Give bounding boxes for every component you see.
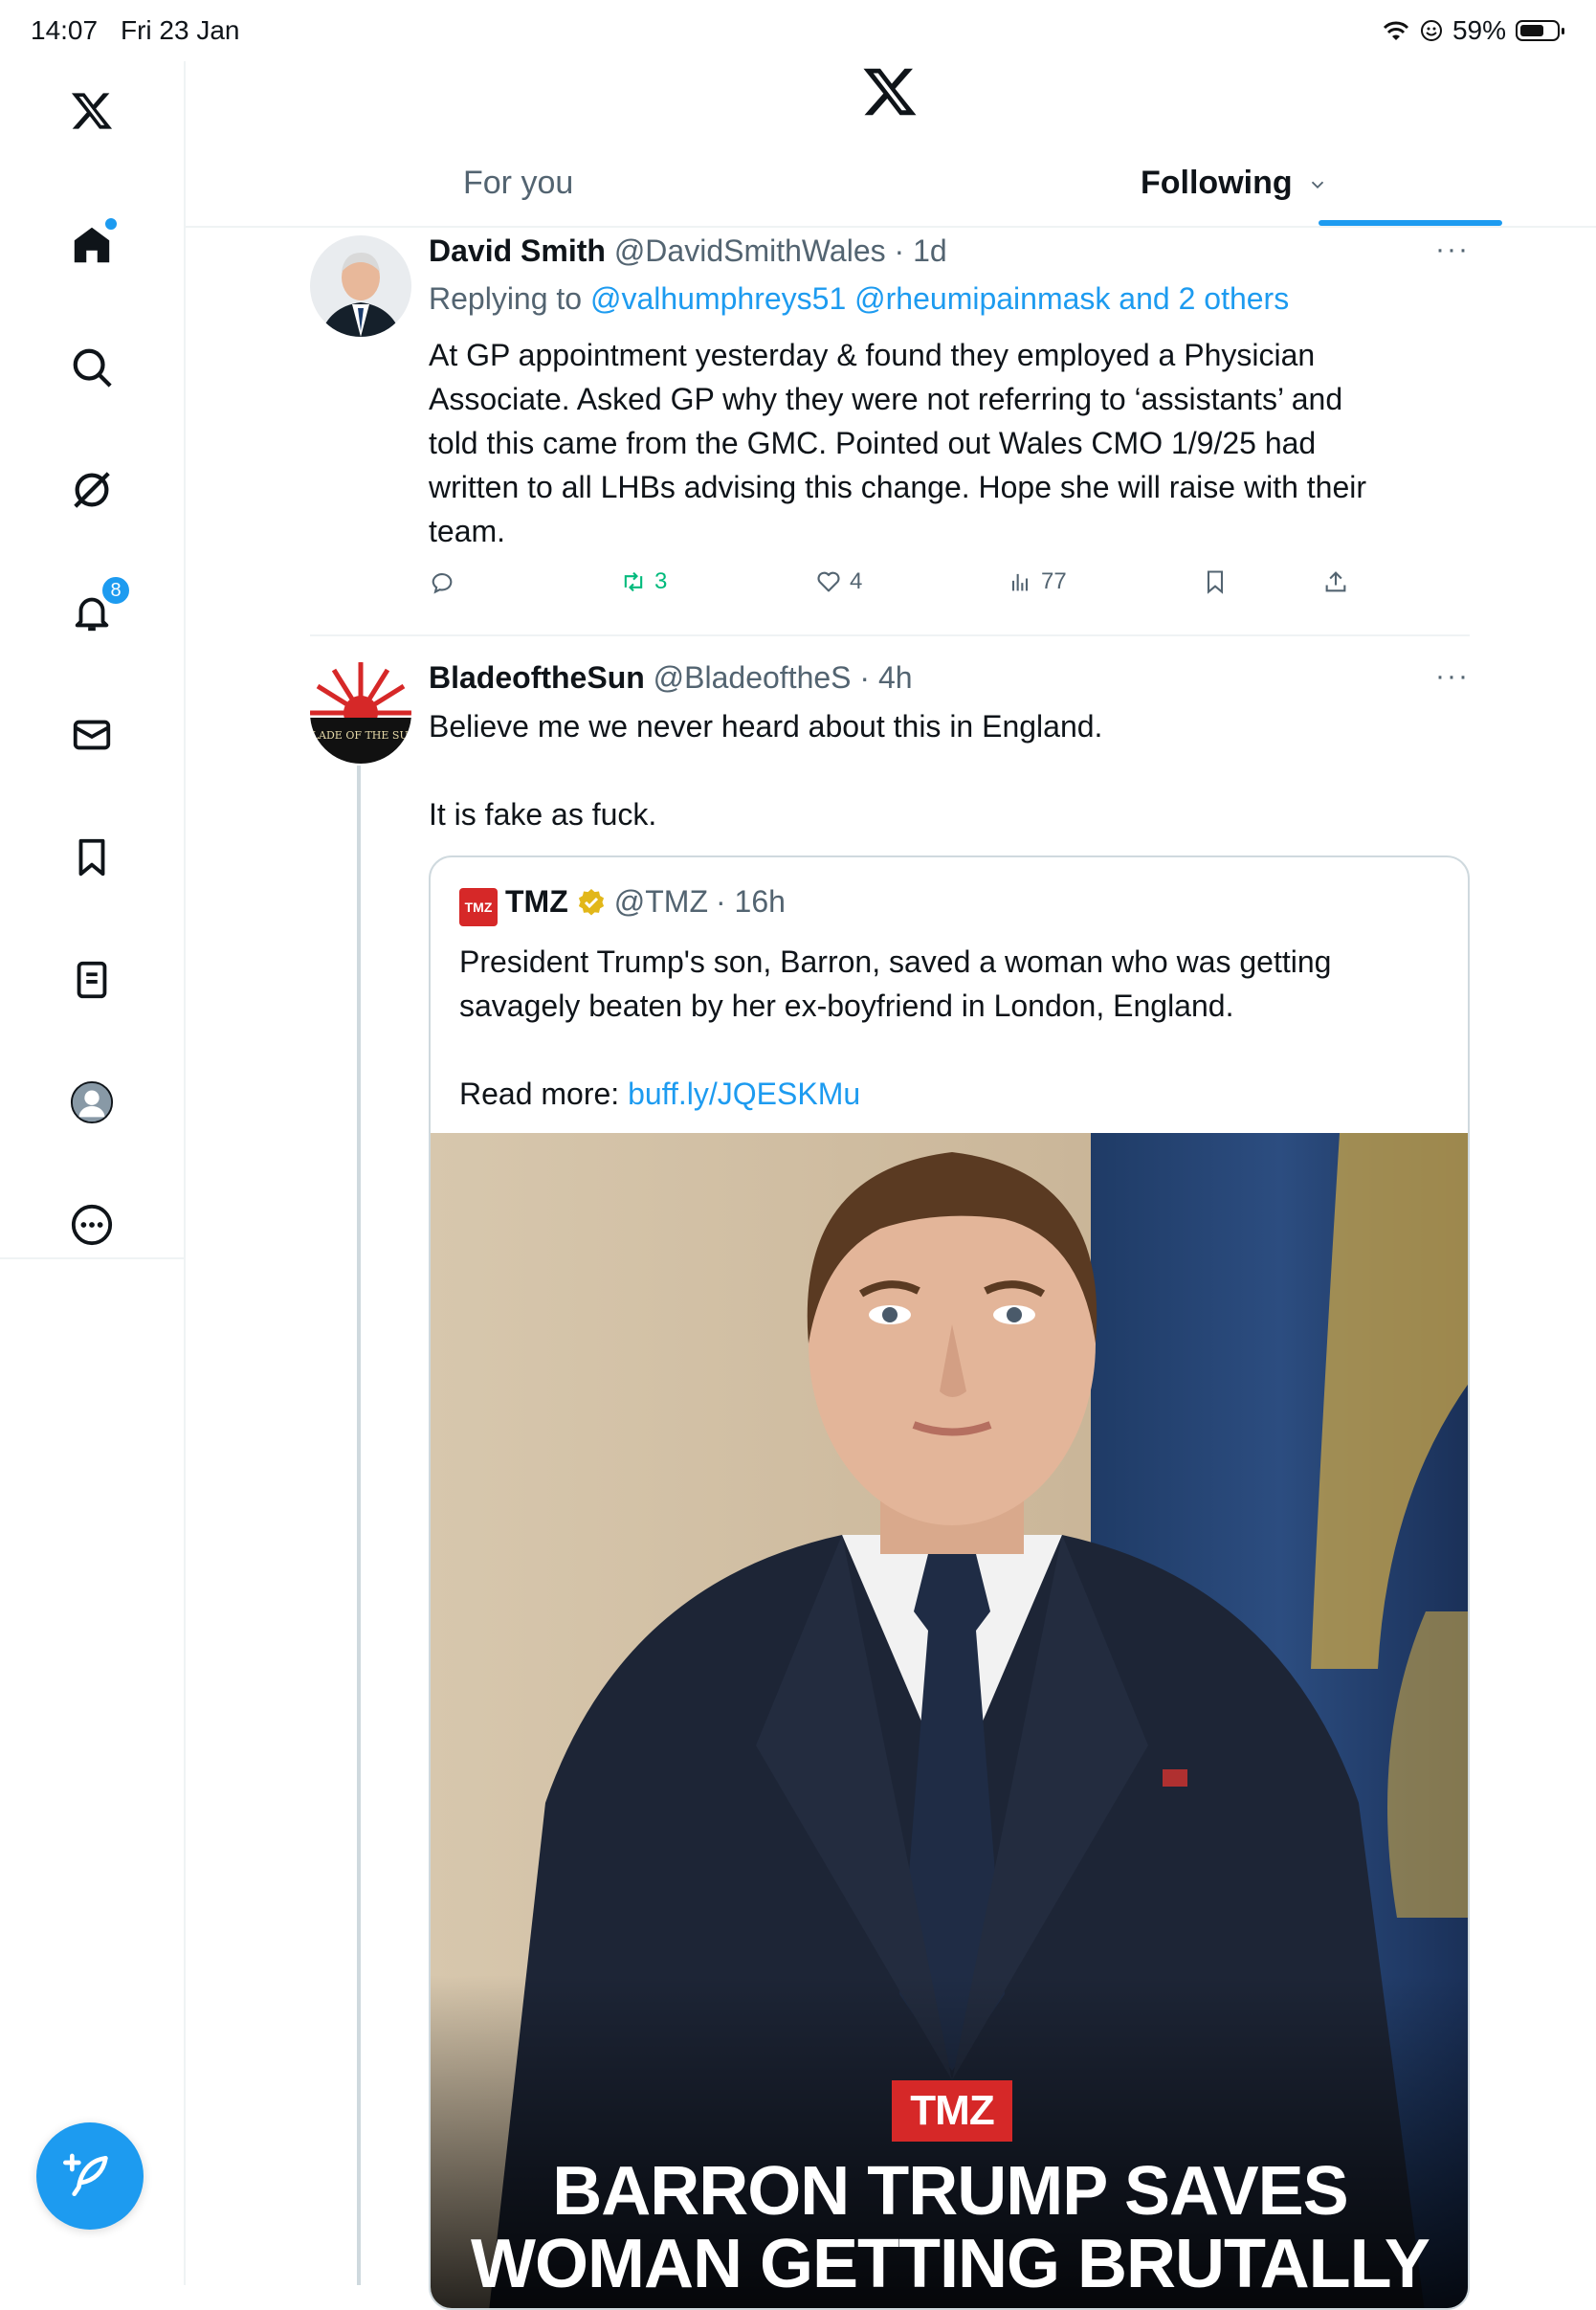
tweet-text-line: told this came from the GMC. Pointed out… bbox=[429, 426, 1317, 460]
timestamp[interactable]: · 4h bbox=[859, 660, 912, 695]
replying-to-users[interactable]: @valhumphreys51 @rheumipainmask and 2 ot… bbox=[590, 281, 1289, 316]
avatar[interactable]: BLADE OF THE SUN bbox=[310, 662, 411, 764]
status-right: 59% bbox=[1382, 15, 1564, 46]
tmz-badge: TMZ bbox=[892, 2080, 1012, 2142]
thread-line bbox=[357, 766, 361, 2285]
share-icon bbox=[1325, 571, 1346, 592]
display-name[interactable]: David Smith bbox=[429, 233, 606, 268]
retweet-icon bbox=[624, 571, 643, 592]
avatar-text: BLADE OF THE SUN bbox=[310, 729, 411, 742]
tweet-text-line: At GP appointment yesterday & found they… bbox=[429, 338, 1316, 372]
x-logo-icon[interactable] bbox=[63, 82, 121, 140]
like-button[interactable]: 4 bbox=[815, 568, 862, 595]
tweet-more-button[interactable]: ··· bbox=[1435, 660, 1470, 693]
timestamp[interactable]: · 1d bbox=[895, 233, 947, 268]
tweet-divider bbox=[310, 634, 1470, 636]
retweet-button[interactable]: 3 bbox=[620, 568, 667, 595]
quoted-timestamp: · 16h bbox=[715, 884, 786, 919]
read-more-line: Read more: buff.ly/JQESKMu bbox=[459, 1072, 1435, 1116]
sidebar-divider bbox=[0, 1257, 184, 1259]
bookmark-button[interactable] bbox=[1202, 568, 1229, 595]
battery-percent: 59% bbox=[1452, 15, 1506, 45]
tweet-actions: 3 4 77 bbox=[429, 568, 1405, 607]
views-icon bbox=[1011, 573, 1029, 591]
bookmark-icon[interactable] bbox=[63, 829, 121, 886]
focus-icon bbox=[1420, 20, 1442, 41]
like-count: 4 bbox=[850, 568, 863, 594]
views-button[interactable]: 77 bbox=[1007, 568, 1067, 595]
tab-following[interactable]: Following bbox=[1141, 165, 1328, 202]
quoted-text-line: President Trump's son, Barron, saved a w… bbox=[459, 944, 1332, 979]
search-icon[interactable] bbox=[63, 339, 121, 396]
mail-icon[interactable] bbox=[63, 706, 121, 764]
quoted-handle: @TMZ bbox=[613, 884, 708, 919]
tweet-text-line: team. bbox=[429, 514, 506, 548]
active-tab-indicator bbox=[1319, 220, 1502, 226]
retweet-count: 3 bbox=[654, 568, 668, 594]
tweet-header: BladeoftheSun @BladeoftheS · 4h bbox=[429, 660, 913, 696]
image-headline-line: BARRON TRUMP SAVES bbox=[552, 2153, 1348, 2230]
handle[interactable]: @BladeoftheS bbox=[654, 660, 852, 695]
grok-icon[interactable] bbox=[63, 461, 121, 519]
avatar[interactable] bbox=[310, 235, 411, 337]
quoted-media-image[interactable]: TMZ BARRON TRUMP SAVES WOMAN GETTING BRU… bbox=[431, 1133, 1468, 2308]
reply-icon bbox=[432, 573, 453, 594]
quoted-header: TMZ @TMZ · 16h bbox=[505, 884, 786, 920]
quoted-tweet[interactable]: TMZ TMZ @TMZ · 16h President Trump's son… bbox=[429, 855, 1470, 2310]
tweet-text-line: written to all LHBs advising this change… bbox=[429, 470, 1367, 504]
image-headline-line: WOMAN GETTING BRUTALLY bbox=[471, 2226, 1430, 2302]
home-icon[interactable] bbox=[63, 216, 121, 274]
bell-icon[interactable]: 8 bbox=[63, 574, 132, 641]
more-icon[interactable] bbox=[63, 1196, 121, 1254]
quoted-display-name: TMZ bbox=[505, 884, 568, 919]
timeline-tabs: For you Following bbox=[186, 144, 1596, 228]
views-count: 77 bbox=[1041, 568, 1067, 594]
wifi-icon bbox=[1383, 21, 1409, 40]
read-more-link[interactable]: buff.ly/JQESKMu bbox=[628, 1077, 860, 1111]
status-bar: 14:07 Fri 23 Jan 59% bbox=[0, 0, 1596, 61]
chevron-down-icon bbox=[1311, 181, 1324, 189]
tweet-text: Believe me we never heard about this in … bbox=[429, 704, 1481, 836]
tab-following-label: Following bbox=[1141, 165, 1293, 201]
home-notification-dot bbox=[103, 216, 119, 232]
battery-icon bbox=[1516, 20, 1564, 41]
display-name[interactable]: BladeoftheSun bbox=[429, 660, 645, 695]
tweet-header: David Smith @DavidSmithWales · 1d bbox=[429, 233, 947, 269]
heart-icon bbox=[817, 571, 840, 592]
tweet-text-line: Associate. Asked GP why they were not re… bbox=[429, 382, 1343, 416]
notification-badge: 8 bbox=[100, 574, 132, 607]
replying-prefix: Replying to bbox=[429, 281, 583, 316]
replying-to: Replying to @valhumphreys51 @rheumipainm… bbox=[429, 281, 1289, 317]
bookmark-icon bbox=[1207, 570, 1224, 594]
status-time: 14:07 bbox=[31, 15, 99, 45]
verified-badge-icon bbox=[578, 888, 604, 915]
lists-icon[interactable] bbox=[63, 951, 121, 1009]
read-more-prefix: Read more: bbox=[459, 1077, 620, 1111]
tweet-more-button[interactable]: ··· bbox=[1435, 233, 1470, 266]
quoted-avatar[interactable]: TMZ bbox=[459, 888, 498, 926]
reply-button[interactable] bbox=[429, 568, 455, 595]
share-button[interactable] bbox=[1322, 568, 1349, 595]
tweet-text-line: Believe me we never heard about this in … bbox=[429, 709, 1103, 744]
status-date: Fri 23 Jan bbox=[121, 15, 240, 45]
tab-for-you[interactable]: For you bbox=[463, 165, 573, 202]
quoted-text: President Trump's son, Barron, saved a w… bbox=[459, 940, 1435, 1116]
feather-plus-icon bbox=[63, 2153, 108, 2196]
quoted-text-line: savagely beaten by her ex-boyfriend in L… bbox=[459, 988, 1234, 1023]
sidebar: 8 bbox=[0, 61, 186, 2285]
tweet-text-line: It is fake as fuck. bbox=[429, 797, 657, 832]
compose-button[interactable] bbox=[36, 2122, 144, 2230]
header-x-logo-icon[interactable] bbox=[861, 63, 919, 121]
handle[interactable]: @DavidSmithWales bbox=[614, 233, 886, 268]
profile-icon[interactable] bbox=[63, 1074, 121, 1131]
tweet-text: At GP appointment yesterday & found they… bbox=[429, 333, 1481, 553]
